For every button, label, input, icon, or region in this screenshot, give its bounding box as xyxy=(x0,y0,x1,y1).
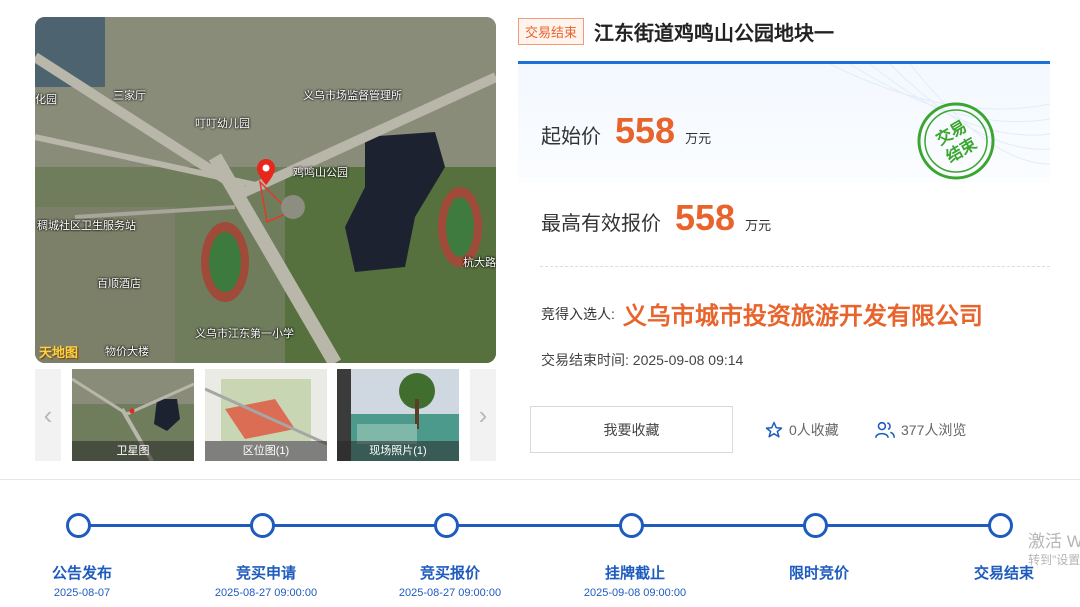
next-thumbnail-button[interactable]: › xyxy=(470,369,496,461)
thumbnail-caption: 卫星图 xyxy=(72,441,194,461)
map-label: 百顺酒店 xyxy=(97,278,141,290)
winner-label: 竞得入选人: xyxy=(541,305,615,322)
views-count-text: 377人浏览 xyxy=(901,422,967,438)
start-price-value: 558 xyxy=(615,110,676,151)
timeline-node xyxy=(988,513,1013,538)
timeline-step-name: 挂牌截止 xyxy=(604,565,665,582)
start-price-label: 起始价 xyxy=(541,126,601,148)
thumbnail-satellite[interactable]: 卫星图 xyxy=(72,369,194,461)
timeline-node xyxy=(66,513,91,538)
map-watermark: 天地图 xyxy=(39,346,79,361)
map-label: 义乌市江东第一小学 xyxy=(195,328,294,340)
max-bid-row: 最高有效报价 558 万元 xyxy=(541,197,771,239)
deal-closed-stamp-icon: 交易 结束 xyxy=(917,102,995,180)
timeline-step-listing-close: 挂牌截止 2025-09-08 09:00:00 xyxy=(560,562,710,599)
start-price-row: 起始价 558 万元 xyxy=(541,110,711,152)
map-label: 鸡鸣山公园 xyxy=(293,167,348,179)
map-label: 义乌市场监督管理所 xyxy=(303,90,402,102)
timeline-step-name: 公告发布 xyxy=(51,565,112,582)
thumbnail-strip: ‹ 卫星图 区位图(1) 现场照片(1) › xyxy=(35,369,496,461)
timeline-node xyxy=(434,513,459,538)
thumbnail-caption: 现场照片(1) xyxy=(337,441,459,461)
status-badge: 交易结束 xyxy=(518,17,585,45)
thumbnail-caption: 区位图(1) xyxy=(205,441,327,461)
winner-row: 竞得入选人: 义乌市城市投资旅游开发有限公司 xyxy=(541,296,983,331)
location-pin-icon xyxy=(257,159,275,185)
timeline-step-announcement: 公告发布 2025-08-07 xyxy=(7,562,157,599)
thumbnail-location[interactable]: 区位图(1) xyxy=(205,369,327,461)
timeline-step-name: 竞买申请 xyxy=(235,565,296,582)
favorite-button[interactable]: 我要收藏 xyxy=(530,406,733,453)
timeline-step-name: 限时竞价 xyxy=(788,565,849,582)
timeline-step-timed-bidding: 限时竞价 xyxy=(744,562,894,587)
map-label: 三家厅 xyxy=(113,90,146,102)
map-label: 杭大路 xyxy=(463,257,496,269)
listing-panel: 化园 三家厅 义乌市场监督管理所 叮叮幼儿园 鸡鸣山公园 稠城社区卫生服务站 百… xyxy=(0,0,1080,480)
process-timeline: 公告发布 2025-08-07 竞买申请 2025-08-27 09:00:00… xyxy=(0,490,1080,607)
timeline-step-date: 2025-08-07 xyxy=(53,587,111,599)
max-bid-label: 最高有效报价 xyxy=(541,213,661,235)
chevron-left-icon: ‹ xyxy=(43,399,53,430)
timeline-step-application: 竞买申请 2025-08-27 09:00:00 xyxy=(191,562,341,599)
divider xyxy=(540,266,1050,267)
map-label: 叮叮幼儿园 xyxy=(195,118,250,130)
timeline-step-name: 竞买报价 xyxy=(419,565,480,582)
thumbnail-site-photo[interactable]: 现场照片(1) xyxy=(337,369,459,461)
timeline-step-date: 2025-08-27 09:00:00 xyxy=(214,587,318,599)
timeline-node xyxy=(619,513,644,538)
map-label: 稠城社区卫生服务站 xyxy=(37,220,136,232)
map-label: 物价大楼 xyxy=(105,346,149,358)
listing-title-row: 交易结束 江东街道鸡鸣山公园地块一 xyxy=(518,17,834,45)
os-activation-watermark: 激活 W xyxy=(1028,532,1080,551)
prev-thumbnail-button[interactable]: ‹ xyxy=(35,369,61,461)
map-label: 化园 xyxy=(35,94,57,106)
users-icon xyxy=(875,421,895,438)
timeline-node xyxy=(803,513,828,538)
timeline-step-date: 2025-09-08 09:00:00 xyxy=(583,587,687,599)
favorites-count: 0人收藏 xyxy=(765,420,839,440)
views-count: 377人浏览 xyxy=(875,420,966,440)
star-icon xyxy=(765,421,783,438)
timeline-step-bidding: 竞买报价 2025-08-27 09:00:00 xyxy=(375,562,525,599)
timeline-step-date: 2025-08-27 09:00:00 xyxy=(398,587,502,599)
start-price-unit: 万元 xyxy=(685,131,712,146)
end-time-row: 交易结束时间: 2025-09-08 09:14 xyxy=(541,350,743,370)
chevron-right-icon: › xyxy=(478,399,488,430)
satellite-map-image[interactable]: 化园 三家厅 义乌市场监督管理所 叮叮幼儿园 鸡鸣山公园 稠城社区卫生服务站 百… xyxy=(35,17,496,363)
timeline-line xyxy=(78,524,1000,527)
timeline-node xyxy=(250,513,275,538)
os-activation-hint: 转到"设置 xyxy=(1028,553,1080,567)
favorites-count-text: 0人收藏 xyxy=(789,422,839,438)
max-bid-value: 558 xyxy=(675,197,736,238)
end-time-value: 2025-09-08 09:14 xyxy=(632,352,744,368)
winner-name: 义乌市城市投资旅游开发有限公司 xyxy=(622,303,983,330)
end-time-label: 交易结束时间: xyxy=(541,352,629,368)
page-title: 江东街道鸡鸣山公园地块一 xyxy=(594,22,835,45)
max-bid-unit: 万元 xyxy=(745,218,772,233)
